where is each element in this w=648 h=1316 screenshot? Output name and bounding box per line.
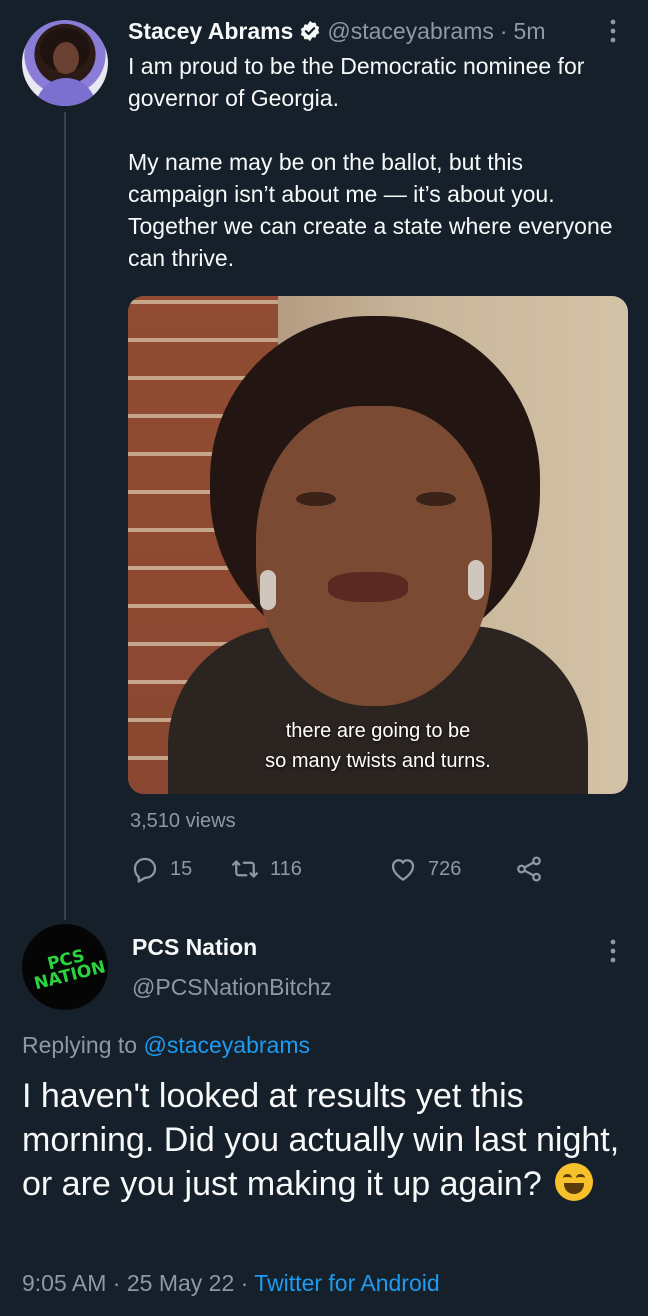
tweet-text-paragraph: My name may be on the ballot, but this c… (128, 149, 613, 271)
more-options-icon[interactable] (604, 16, 622, 46)
reply-source[interactable]: Twitter for Android (254, 1270, 439, 1296)
video-caption-line: there are going to be (285, 720, 471, 742)
like-icon (391, 859, 415, 881)
tweet-time[interactable]: 5m (514, 18, 546, 45)
avatar-face (53, 42, 79, 74)
retweet-icon (232, 860, 258, 878)
replying-to-label: Replying to (22, 1032, 138, 1058)
video-person-eye (416, 492, 456, 506)
like-count: 726 (428, 857, 462, 880)
video-person-earring (260, 570, 276, 610)
reply-text: I haven't looked at results yet this mor… (22, 1074, 632, 1206)
replying-to-mention[interactable]: @staceyabrams (143, 1032, 310, 1058)
reply-icon (133, 857, 157, 883)
tweet-actions: 15 116 726 (130, 852, 570, 886)
video-person-face (256, 406, 492, 706)
video-caption-line: so many twists and turns. (265, 750, 491, 772)
tweet-header: Stacey Abrams @staceyabrams · 5m (128, 14, 628, 48)
video-player[interactable]: there are going to be so many twists and… (128, 296, 628, 794)
replying-to: Replying to @staceyabrams (22, 1032, 310, 1059)
author-name[interactable]: Stacey Abrams (128, 18, 293, 45)
video-person-mouth (328, 572, 408, 602)
video-person-eye (296, 492, 336, 506)
separator-dot: · (112, 1270, 121, 1296)
share-button[interactable] (514, 852, 554, 886)
retweet-count: 116 (270, 857, 302, 880)
verified-badge-icon (301, 20, 320, 42)
reply-text-body: I haven't looked at results yet this mor… (22, 1077, 620, 1203)
reply-avatar[interactable]: PCS NATION (22, 924, 108, 1010)
reply-button[interactable]: 15 (130, 852, 192, 886)
reply-time[interactable]: 9:05 AM (22, 1270, 106, 1296)
tweet-text: I am proud to be the Democratic nominee … (128, 50, 628, 274)
author-handle[interactable]: @staceyabrams (327, 18, 494, 45)
thread-connector-line (64, 112, 66, 920)
view-count: 3,510 views (130, 810, 236, 832)
reply-author-handle[interactable]: @PCSNationBitchz (132, 974, 332, 1001)
avatar[interactable] (22, 20, 108, 106)
video-caption: there are going to be so many twists and… (128, 716, 628, 776)
reply-author-name[interactable]: PCS Nation (132, 934, 257, 961)
reply-date[interactable]: 25 May 22 (127, 1270, 234, 1296)
reply-metadata: 9:05 AM · 25 May 22 · Twitter for Androi… (22, 1270, 440, 1297)
tweet-text-paragraph: I am proud to be the Democratic nominee … (128, 53, 585, 111)
retweet-button[interactable]: 116 (230, 852, 302, 886)
separator-dot: · (499, 17, 508, 44)
avatar-body (36, 78, 96, 106)
grinning-emoji (555, 1163, 594, 1201)
reply-count: 15 (170, 857, 193, 880)
like-button[interactable]: 726 (388, 852, 461, 886)
separator-dot: · (240, 1270, 249, 1296)
pcs-nation-logo: PCS NATION (23, 942, 108, 994)
share-icon (517, 856, 541, 882)
video-person-earring (468, 560, 484, 600)
more-options-icon[interactable] (604, 936, 622, 966)
